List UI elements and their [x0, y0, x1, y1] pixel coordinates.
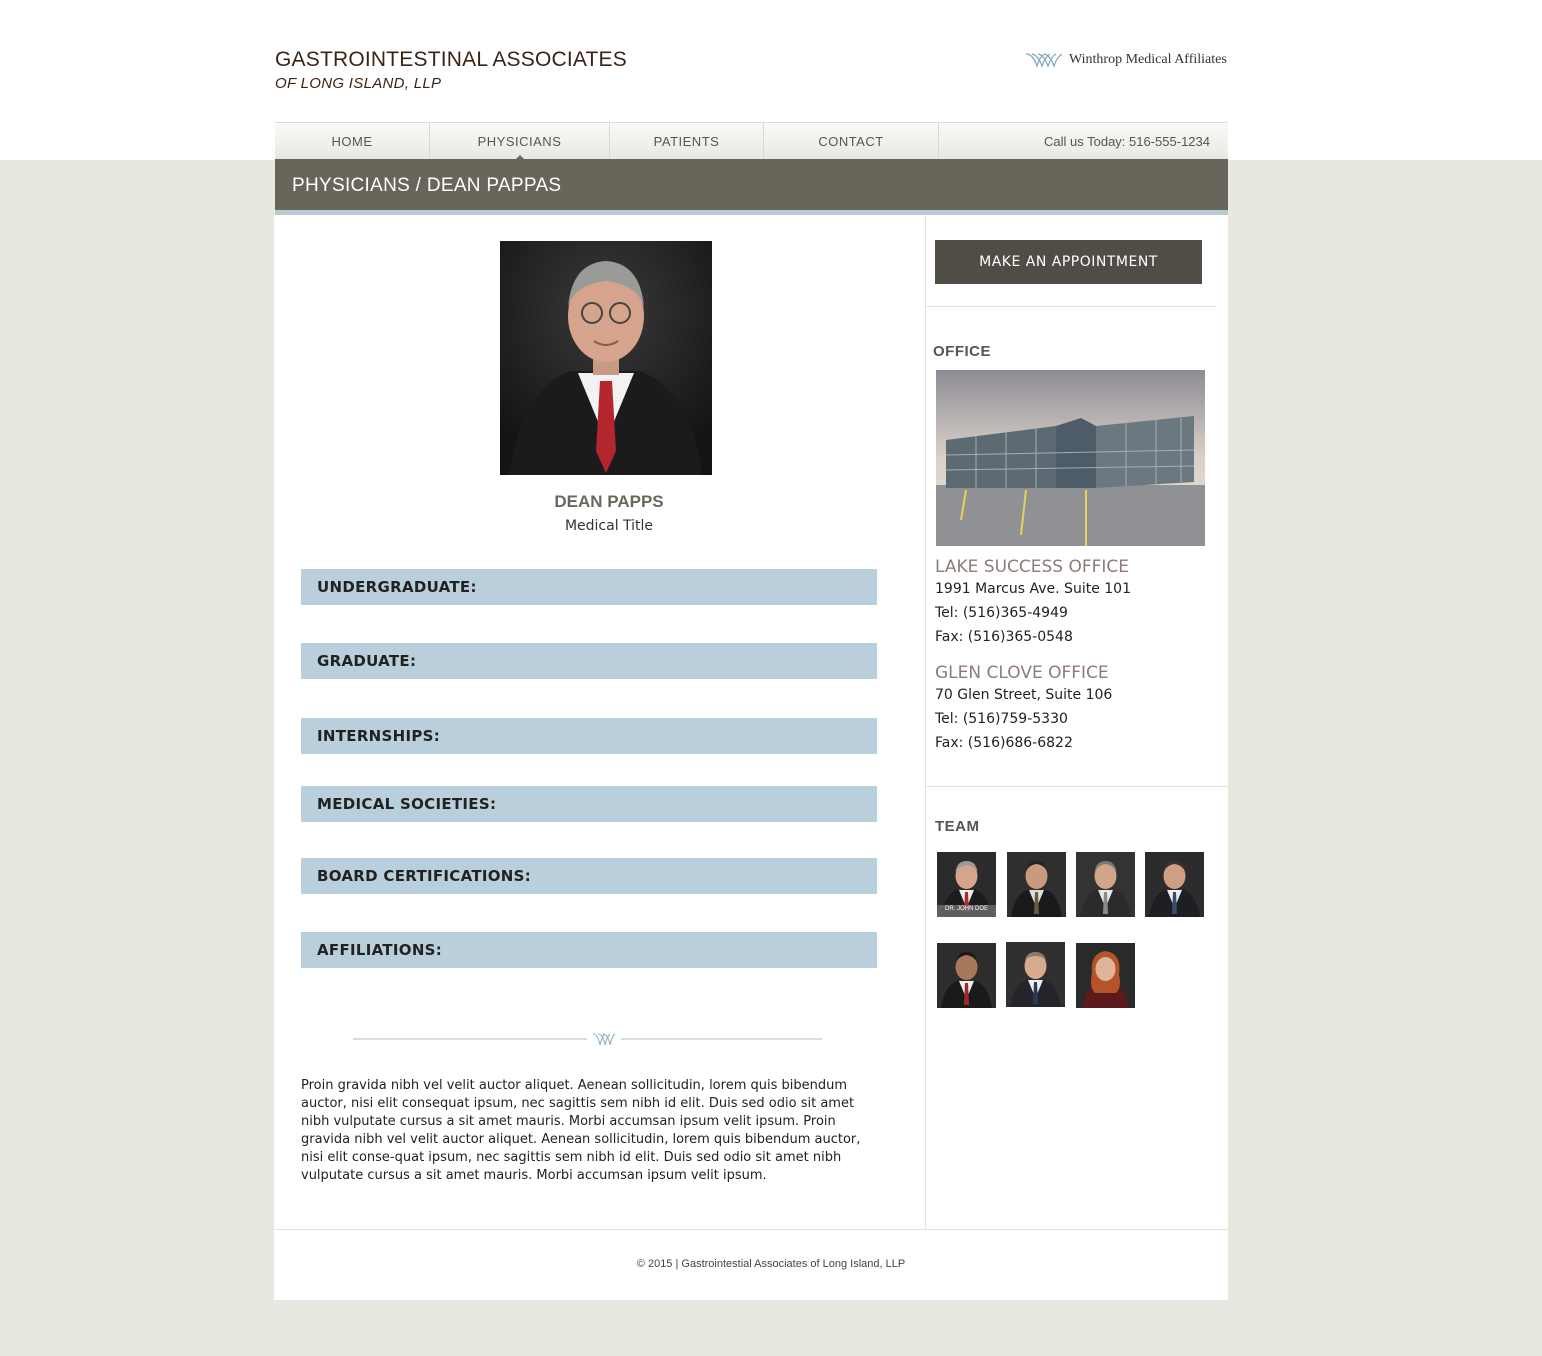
- team-member-thumb[interactable]: [937, 943, 996, 1008]
- office-tel[interactable]: Tel: (516)759-5330: [935, 711, 1068, 727]
- team-member-thumb[interactable]: [1006, 942, 1065, 1007]
- team-thumb-caption: DR. JOHN DOE: [944, 906, 988, 912]
- section-graduate: GRADUATE:: [301, 643, 877, 679]
- section-internships: INTERNSHIPS:: [301, 718, 877, 754]
- ornament-divider: [353, 1033, 822, 1046]
- team-member-thumb[interactable]: [1076, 943, 1135, 1008]
- office-address: 1991 Marcus Ave. Suite 101: [935, 581, 1131, 597]
- sidebar-rule: [926, 786, 1228, 787]
- affiliate-name: Winthrop Medical Affiliates: [1069, 52, 1227, 67]
- team-member-thumb[interactable]: DR. JOHN DOE: [937, 852, 996, 917]
- winthrop-wave-icon: [1025, 53, 1063, 68]
- team-member-thumb[interactable]: [1076, 852, 1135, 917]
- team-heading: TEAM: [935, 818, 980, 835]
- team-member-thumb[interactable]: [1007, 852, 1066, 917]
- section-board-certifications: BOARD CERTIFICATIONS:: [301, 858, 877, 894]
- affiliate-logo[interactable]: Winthrop Medical Affiliates: [1025, 52, 1227, 68]
- office-address: 70 Glen Street, Suite 106: [935, 687, 1113, 703]
- footer-divider: [274, 1229, 1228, 1230]
- nav-contact[interactable]: CONTACT: [764, 123, 939, 160]
- office-heading: OFFICE: [933, 343, 991, 360]
- section-medical-societies: MEDICAL SOCIETIES:: [301, 786, 877, 822]
- physician-title: Medical Title: [564, 518, 654, 534]
- site-logo[interactable]: GASTROINTESTINAL ASSOCIATES OF LONG ISLA…: [275, 48, 627, 92]
- nav-patients[interactable]: PATIENTS: [610, 123, 764, 160]
- sidebar-rule: [926, 306, 1216, 307]
- nav-home[interactable]: HOME: [275, 123, 430, 160]
- team-member-thumb[interactable]: [1145, 852, 1204, 917]
- physician-bio: Proin gravida nibh vel velit auctor aliq…: [301, 1078, 861, 1183]
- office-name-glen-clove: GLEN CLOVE OFFICE: [935, 663, 1109, 683]
- section-undergraduate: UNDERGRADUATE:: [301, 569, 877, 605]
- section-affiliations: AFFILIATIONS:: [301, 932, 877, 968]
- office-name-lake-success: LAKE SUCCESS OFFICE: [935, 557, 1130, 577]
- nav-physicians[interactable]: PHYSICIANS: [430, 123, 610, 160]
- office-building-photo: [936, 370, 1205, 546]
- page-title-bar: PHYSICIANS / DEAN PAPPAS: [275, 159, 1228, 210]
- office-tel[interactable]: Tel: (516)365-4949: [935, 605, 1068, 621]
- office-fax: Fax: (516)365-0548: [935, 629, 1073, 645]
- nav-phone[interactable]: Call us Today: 516-555-1234: [939, 123, 1228, 160]
- logo-subtitle: OF LONG ISLAND, LLP: [275, 75, 442, 92]
- footer-copyright: © 2015 | Gastrointestial Associates of L…: [636, 1258, 906, 1270]
- make-appointment-button[interactable]: MAKE AN APPOINTMENT: [935, 240, 1202, 284]
- physician-photo: [500, 241, 712, 475]
- sidebar-divider: [925, 215, 926, 1229]
- main-nav: HOME PHYSICIANS PATIENTS CONTACT Call us…: [275, 122, 1228, 160]
- page-title: PHYSICIANS / DEAN PAPPAS: [292, 175, 562, 196]
- logo-title: GASTROINTESTINAL ASSOCIATES: [275, 48, 627, 71]
- physician-name: DEAN PAPPS: [554, 492, 664, 511]
- office-fax: Fax: (516)686-6822: [935, 735, 1073, 751]
